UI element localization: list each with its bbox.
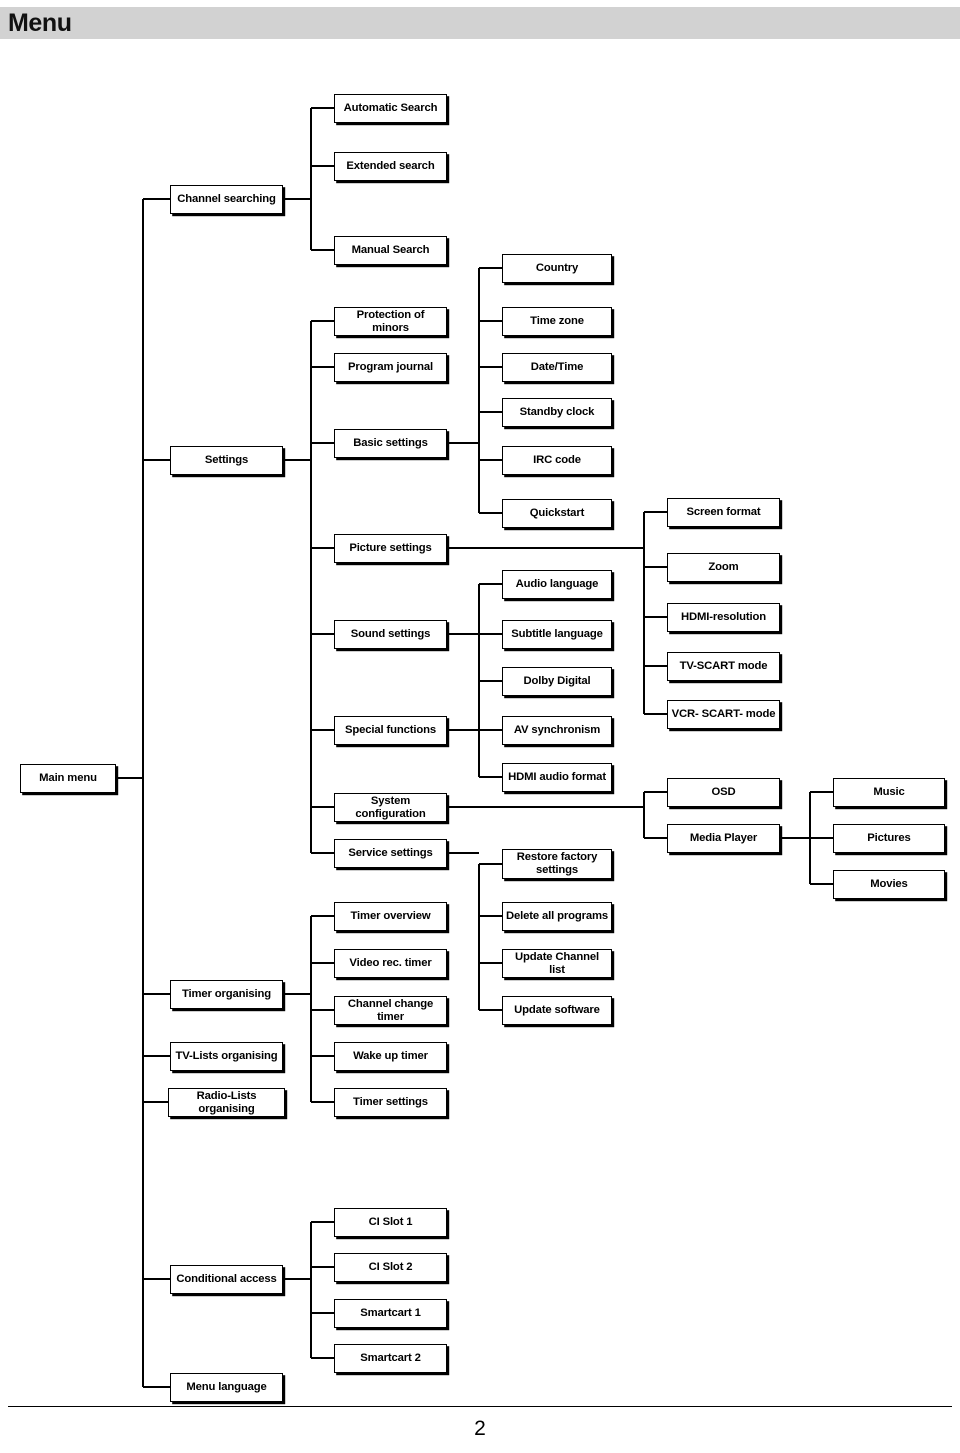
node-timer-organising[interactable]: Timer organising: [170, 980, 283, 1009]
node-menu-language[interactable]: Menu language: [170, 1373, 283, 1402]
node-osd[interactable]: OSD: [667, 778, 780, 807]
footer-divider: [8, 1406, 952, 1407]
node-settings[interactable]: Settings: [170, 446, 283, 475]
node-manual-search[interactable]: Manual Search: [334, 236, 447, 265]
node-protection-of-minors[interactable]: Protection of minors: [334, 307, 447, 336]
node-basic-settings[interactable]: Basic settings: [334, 429, 447, 458]
menu-tree-diagram: Main menu Channel searching Settings Tim…: [0, 0, 960, 1402]
node-smartcart-2[interactable]: Smartcart 2: [334, 1344, 447, 1373]
node-sound-settings[interactable]: Sound settings: [334, 620, 447, 649]
node-tv-lists-organising[interactable]: TV-Lists organising: [170, 1042, 283, 1071]
node-update-software[interactable]: Update software: [502, 996, 612, 1025]
node-extended-search[interactable]: Extended search: [334, 152, 447, 181]
node-video-rec-timer[interactable]: Video rec. timer: [334, 949, 447, 978]
document-page: Menu Main menu Channel searching Setting…: [0, 0, 960, 1453]
node-media-player[interactable]: Media Player: [667, 824, 780, 853]
node-special-functions[interactable]: Special functions: [334, 716, 447, 745]
node-update-channel-list[interactable]: Update Channel list: [502, 949, 612, 978]
node-movies[interactable]: Movies: [833, 870, 945, 899]
node-screen-format[interactable]: Screen format: [667, 498, 780, 527]
page-number: 2: [474, 1417, 486, 1440]
node-music[interactable]: Music: [833, 778, 945, 807]
node-conditional-access[interactable]: Conditional access: [170, 1265, 283, 1294]
node-subtitle-language[interactable]: Subtitle language: [502, 620, 612, 649]
node-irc-code[interactable]: IRC code: [502, 446, 612, 475]
node-tv-scart-mode[interactable]: TV-SCART mode: [667, 652, 780, 681]
node-smartcart-1[interactable]: Smartcart 1: [334, 1299, 447, 1328]
node-date-time[interactable]: Date/Time: [502, 353, 612, 382]
node-zoom[interactable]: Zoom: [667, 553, 780, 582]
node-restore-factory-settings[interactable]: Restore factory settings: [502, 849, 612, 879]
node-ci-slot-1[interactable]: CI Slot 1: [334, 1208, 447, 1237]
node-channel-change-timer[interactable]: Channel change timer: [334, 996, 447, 1025]
node-standby-clock[interactable]: Standby clock: [502, 398, 612, 427]
node-wake-up-timer[interactable]: Wake up timer: [334, 1042, 447, 1071]
node-pictures[interactable]: Pictures: [833, 824, 945, 853]
node-vcr-scart-mode[interactable]: VCR- SCART- mode: [667, 700, 780, 729]
node-ci-slot-2[interactable]: CI Slot 2: [334, 1253, 447, 1282]
node-delete-all-programs[interactable]: Delete all programs: [502, 902, 612, 931]
node-system-configuration[interactable]: System configuration: [334, 793, 447, 822]
node-country[interactable]: Country: [502, 254, 612, 283]
node-quickstart[interactable]: Quickstart: [502, 499, 612, 528]
tree-connector-lines: [116, 107, 833, 1388]
node-time-zone[interactable]: Time zone: [502, 307, 612, 336]
node-dolby-digital[interactable]: Dolby Digital: [502, 667, 612, 696]
node-timer-settings[interactable]: Timer settings: [334, 1088, 447, 1117]
node-timer-overview[interactable]: Timer overview: [334, 902, 447, 931]
node-program-journal[interactable]: Program journal: [334, 353, 447, 382]
node-service-settings[interactable]: Service settings: [334, 839, 447, 868]
node-hdmi-resolution[interactable]: HDMI-resolution: [667, 603, 780, 632]
node-automatic-search[interactable]: Automatic Search: [334, 94, 447, 123]
node-hdmi-audio-format[interactable]: HDMI audio format: [502, 763, 612, 792]
node-main-menu[interactable]: Main menu: [20, 764, 116, 793]
node-radio-lists-organising[interactable]: Radio-Lists organising: [168, 1088, 285, 1117]
node-av-synchronism[interactable]: AV synchronism: [502, 716, 612, 745]
node-channel-searching[interactable]: Channel searching: [170, 185, 283, 214]
node-picture-settings[interactable]: Picture settings: [334, 534, 447, 563]
node-audio-language[interactable]: Audio language: [502, 570, 612, 599]
